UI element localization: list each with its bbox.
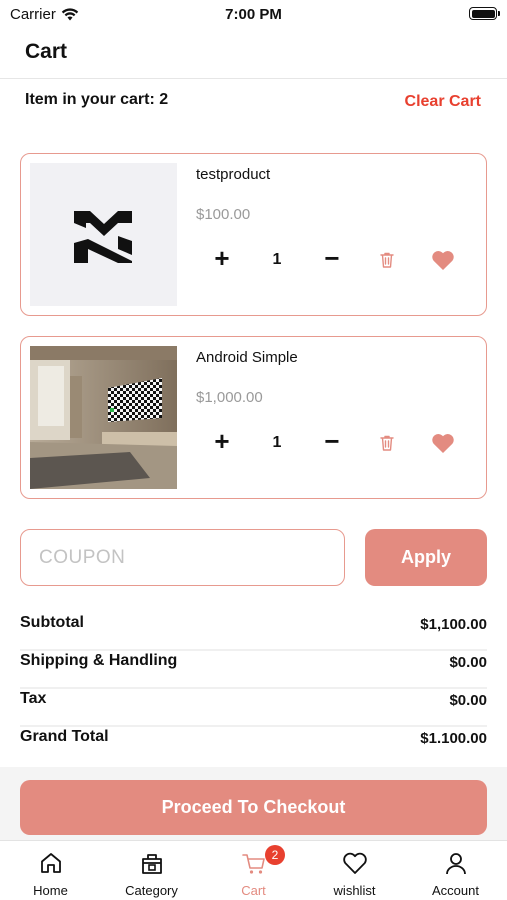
quantity-value: 1 xyxy=(272,434,282,451)
cart-item-card: testproduct $100.00 + 1 − xyxy=(20,153,487,316)
product-price: $100.00 xyxy=(196,206,251,223)
user-icon xyxy=(446,853,466,875)
tab-label: Cart xyxy=(241,883,266,898)
proceed-to-checkout-button[interactable]: Proceed To Checkout xyxy=(20,780,487,835)
tab-label: Category xyxy=(125,883,178,898)
nav-divider xyxy=(0,78,507,79)
increase-quantity-button[interactable]: + xyxy=(209,428,235,455)
heart-icon[interactable] xyxy=(431,432,455,454)
category-icon xyxy=(142,854,162,874)
quantity-value: 1 xyxy=(272,251,282,268)
product-price: $1,000.00 xyxy=(196,389,263,406)
summary-row-shipping: Shipping & Handling $0.00 xyxy=(20,648,487,689)
tab-label: Account xyxy=(432,883,479,898)
decrease-quantity-button[interactable]: − xyxy=(319,245,345,272)
summary-label: Shipping & Handling xyxy=(20,652,178,669)
product-room-photo xyxy=(30,346,177,489)
summary-label: Grand Total xyxy=(20,728,109,745)
increase-quantity-button[interactable]: + xyxy=(209,245,235,272)
tab-home[interactable]: Home xyxy=(0,841,101,900)
status-bar: Carrier 7:00 PM xyxy=(0,0,507,28)
summary-row-grand-total: Grand Total $1.100.00 xyxy=(20,724,487,762)
battery-icon xyxy=(469,7,500,20)
cart-badge: 2 xyxy=(265,845,285,865)
page-title: Cart xyxy=(25,40,68,63)
clock: 7:00 PM xyxy=(225,6,282,23)
cart-item-card: Android Simple $1,000.00 + 1 − xyxy=(20,336,487,499)
heart-icon[interactable] xyxy=(431,249,455,271)
summary-value: $1.100.00 xyxy=(420,730,487,747)
summary-value: $0.00 xyxy=(449,654,487,671)
trash-icon[interactable] xyxy=(377,250,397,270)
tab-label: Home xyxy=(33,883,68,898)
summary-row-subtotal: Subtotal $1,100.00 xyxy=(20,610,487,651)
summary-value: $1,100.00 xyxy=(420,616,487,633)
home-icon xyxy=(41,853,61,873)
summary-label: Subtotal xyxy=(20,614,84,631)
trash-icon[interactable] xyxy=(377,433,397,453)
tab-category[interactable]: Category xyxy=(101,841,202,900)
decrease-quantity-button[interactable]: − xyxy=(319,428,345,455)
product-name: testproduct xyxy=(196,166,271,183)
tab-wishlist[interactable]: wishlist xyxy=(304,841,405,900)
summary-row-tax: Tax $0.00 xyxy=(20,686,487,727)
checkout-bar: Proceed To Checkout xyxy=(0,767,507,840)
product-logo-image xyxy=(74,211,132,263)
cart-icon xyxy=(242,854,265,874)
summary-label: Tax xyxy=(20,690,47,707)
clear-cart-button[interactable]: Clear Cart xyxy=(405,93,481,111)
cart-item-count: Item in your cart: 2 xyxy=(25,91,169,108)
summary-value: $0.00 xyxy=(449,692,487,709)
product-image xyxy=(30,163,177,306)
heart-icon xyxy=(343,852,367,874)
tab-cart[interactable]: 2 Cart xyxy=(203,841,304,900)
product-name: Android Simple xyxy=(196,349,298,366)
apply-coupon-button[interactable]: Apply xyxy=(365,529,487,586)
tab-label: wishlist xyxy=(333,883,376,898)
tab-account[interactable]: Account xyxy=(405,841,506,900)
coupon-input[interactable] xyxy=(20,529,345,586)
product-image xyxy=(30,346,177,489)
tab-bar: Home Category 2 Cart wishlist Account xyxy=(0,840,507,900)
